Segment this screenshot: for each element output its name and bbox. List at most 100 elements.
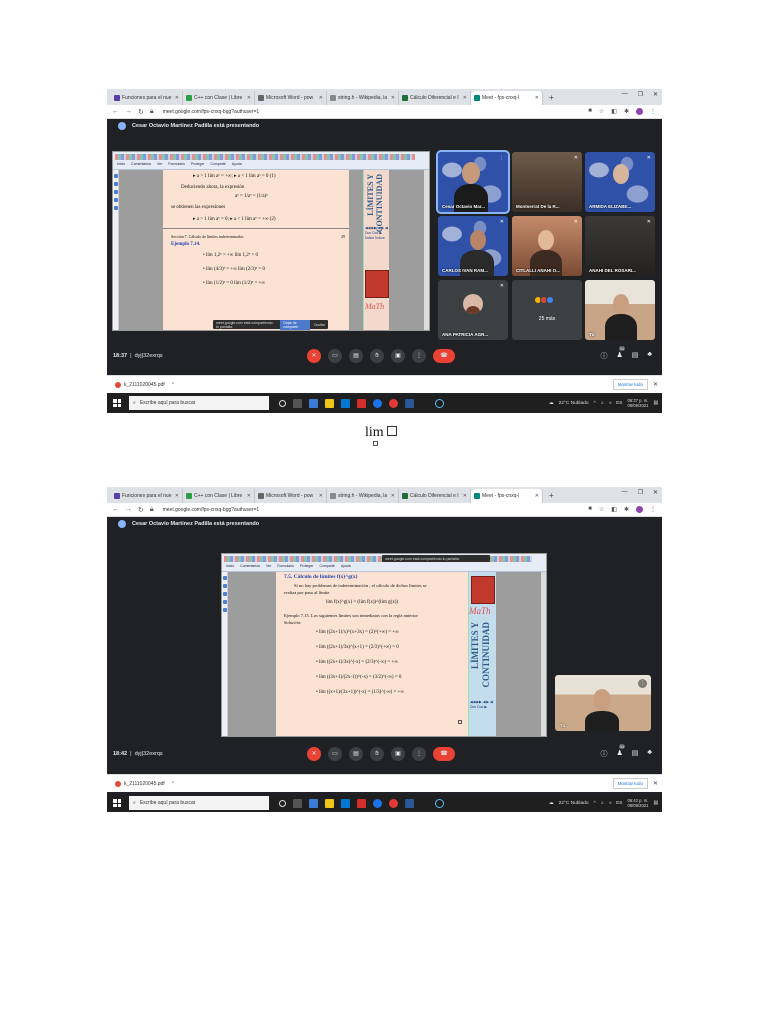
tab-cpp[interactable]: C++ con Clase | Libre ✕ [183,91,255,105]
bookmark-icon[interactable] [114,174,118,178]
star-icon[interactable]: ☆ [599,108,604,115]
menu-icon[interactable]: ⋮ [650,506,656,513]
participant-tile[interactable]: ✕ ANAHI DEL ROSARI... [585,216,655,276]
scrollbar[interactable] [424,170,429,330]
page-icon[interactable] [223,584,227,588]
close-window-icon[interactable]: ✕ [653,489,658,496]
acrobat-icon[interactable] [357,798,366,808]
tab-word[interactable]: Microsoft Word - pow ✕ [255,489,327,503]
participant-tile[interactable]: ✕ CARLOS IVAN RAM... [438,216,508,276]
weather-icon[interactable]: ☁ [549,801,554,806]
page-icon[interactable] [114,182,118,186]
close-icon[interactable]: ✕ [175,493,179,499]
app-icon[interactable] [309,798,318,808]
close-window-icon[interactable]: ✕ [653,91,658,98]
present-button[interactable]: ▣ [391,349,405,363]
taskbar-search[interactable]: ⌕ Escribe aquí para buscar [129,396,269,410]
raise-hand-button[interactable]: ✋︎ [370,747,384,761]
leave-call-button[interactable]: ☎︎ [433,747,455,761]
tab-word[interactable]: Microsoft Word - pow ✕ [255,91,327,105]
download-item[interactable]: k_2111020045.pdf ^ [115,780,174,787]
clock[interactable]: 06:37 p. m. 06/09/2021 [627,398,648,408]
people-icon[interactable]: ♟ 34 [617,744,625,759]
weather-icon[interactable]: ☁ [549,401,554,406]
comment-icon[interactable] [223,592,227,596]
more-participants-tile[interactable]: 25 más [512,280,582,340]
close-icon[interactable]: ✕ [535,493,539,499]
participant-tile[interactable]: ✕ ARMIDA ELIZABE... [585,152,655,212]
new-tab-button[interactable]: + [543,489,560,503]
notification-icon[interactable]: ▤ [653,801,658,806]
maximize-icon[interactable]: ❐ [638,489,643,496]
chevron-up-icon[interactable]: ^ [172,781,174,787]
close-icon[interactable]: ✕ [653,381,658,388]
puzzle-icon[interactable]: ✱ [624,108,629,115]
new-tab-button[interactable]: + [543,91,560,105]
participant-tile[interactable]: ✕ ANA PATRICIA AGR... [438,280,508,340]
close-icon[interactable]: ✕ [463,95,467,101]
self-tile[interactable]: ⋮ Tú [585,280,655,340]
back-icon[interactable]: ← [112,108,119,115]
attach-icon[interactable] [114,198,118,202]
camera-toggle-button[interactable]: ▭ [328,349,342,363]
extension-icon[interactable]: ◧ [611,506,617,513]
url-field[interactable]: meet.google.com/fps-cnxq-bgg?authuser=1 [163,507,260,513]
tab-cpp[interactable]: C++ con Clase | Libre ✕ [183,489,255,503]
task-view-icon[interactable] [293,398,302,408]
minimize-icon[interactable]: — [622,489,628,496]
close-icon[interactable]: ✕ [247,95,251,101]
pdf-nav-buttons[interactable]: ◀◀ ▶▶ ◀ ▶ ◀ Doc Doc ▶ [470,700,496,710]
taskbar-search[interactable]: ⌕ Escribe aquí para buscar [129,796,269,810]
store-icon[interactable] [341,798,350,808]
camera-icon[interactable]: ■ [588,506,592,513]
edge-icon[interactable] [373,798,382,808]
scrollbar[interactable] [541,572,546,736]
more-options-icon[interactable]: ⋮ [638,679,647,688]
volume-icon[interactable]: ◃ [609,401,611,406]
close-icon[interactable]: ✕ [175,95,179,101]
hide-button[interactable]: Ocultar [314,323,325,327]
cortana-icon[interactable] [279,399,286,407]
forward-icon[interactable]: → [125,108,132,115]
star-icon[interactable]: ☆ [599,506,604,513]
info-icon[interactable]: ⓘ [601,351,608,361]
tab-wikipedia[interactable]: string.h - Wikipedia, la ✕ [327,489,399,503]
minimize-icon[interactable]: — [622,91,628,98]
volume-icon[interactable]: ◃ [609,801,611,806]
reload-icon[interactable]: ↻ [138,108,144,116]
language-icon[interactable]: ES [616,801,622,806]
participant-tile[interactable]: ✕ CITLALLI ANAHI O... [512,216,582,276]
mic-toggle-button[interactable]: ✕ [307,747,321,761]
show-all-button[interactable]: Mostrar todo [612,379,648,390]
layers-icon[interactable] [114,206,118,210]
stop-sharing-button[interactable]: Dejar de compartir [280,319,310,330]
tab-meet[interactable]: Meet - fps-cnxq-l ✕ [471,91,543,105]
raise-hand-button[interactable]: ✋︎ [370,349,384,363]
back-icon[interactable]: ← [112,506,119,513]
language-icon[interactable]: ES [616,401,622,406]
maximize-icon[interactable]: ❐ [638,91,643,98]
info-icon[interactable]: ⓘ [601,749,608,759]
download-item[interactable]: k_2111020045.pdf ^ [115,381,174,388]
close-icon[interactable]: ✕ [319,95,323,101]
close-icon[interactable]: ✕ [319,493,323,499]
chevron-up-icon[interactable]: ^ [593,801,595,806]
comment-icon[interactable] [114,190,118,194]
captions-button[interactable]: ▤ [349,747,363,761]
tab-calculo[interactable]: Cálculo Diferencial e I ✕ [399,489,471,503]
close-icon[interactable]: ✕ [653,780,658,787]
pdf-nav-buttons[interactable]: ◀◀ ▶▶ ◀ ▶ ◀ Doc Doc ▶ Índice Índice [365,226,389,241]
close-icon[interactable]: ✕ [247,493,251,499]
chat-icon[interactable]: ▤ [632,351,639,361]
profile-avatar[interactable] [636,506,643,513]
present-button[interactable]: ▣ [391,747,405,761]
windows-start-icon[interactable] [111,397,123,409]
captions-button[interactable]: ▤ [349,349,363,363]
activities-icon[interactable]: ♣ [647,351,652,361]
close-icon[interactable]: ✕ [463,493,467,499]
app-icon[interactable] [435,398,444,408]
show-all-button[interactable]: Mostrar todo [612,778,648,789]
acrobat-icon[interactable] [357,398,366,408]
chevron-up-icon[interactable]: ^ [172,382,174,388]
attach-icon[interactable] [223,600,227,604]
